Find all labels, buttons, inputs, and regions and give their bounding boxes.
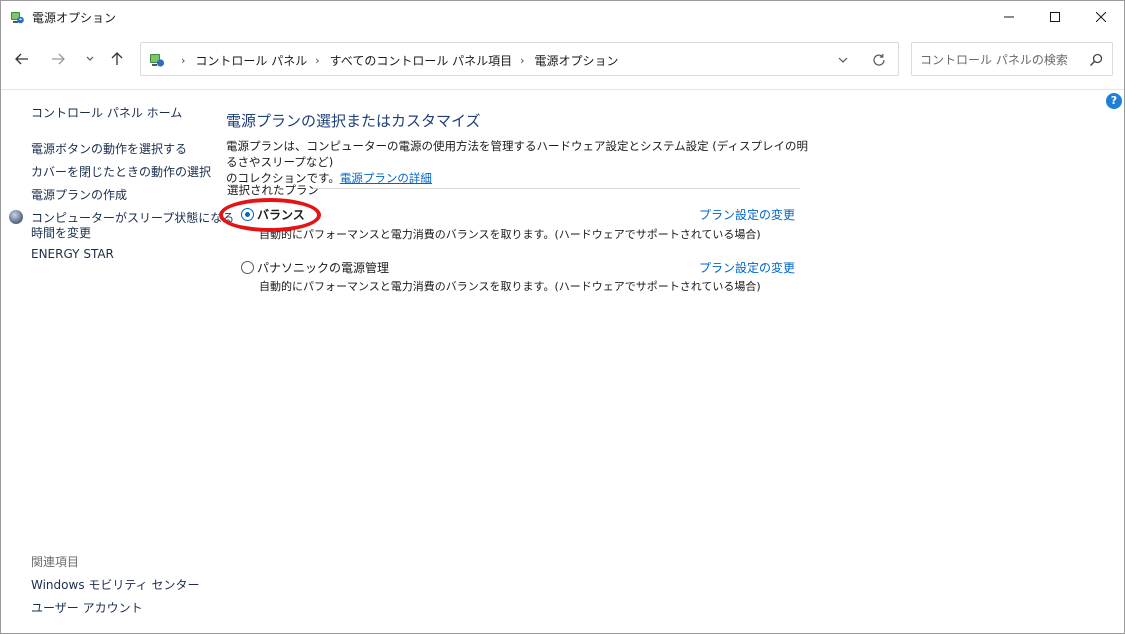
forward-arrow-icon [52,53,65,65]
back-arrow-icon [15,53,28,65]
selected-plans-label: 選択されたプラン [227,183,319,197]
related-item-user-accounts[interactable]: ユーザー アカウント [31,599,143,616]
power-plan-details-link[interactable]: 電源プランの詳細 [340,171,432,185]
plan-description-panasonic: 自動的にパフォーマンスと電力消費のバランスを取ります。(ハードウェアでサポートさ… [259,280,761,293]
related-items-heading: 関連項目 [31,555,80,569]
control-panel-icon [150,54,165,67]
chevron-down-icon [838,57,848,63]
maximize-button[interactable] [1032,1,1078,33]
sidebar-item-lid-close-action[interactable]: カバーを閉じたときの動作の選択 [31,163,211,180]
page-title: 電源プランの選択またはカスタマイズ [226,112,481,130]
up-button[interactable] [105,47,129,71]
sidebar-item-control-panel-home[interactable]: コントロール パネル ホーム [31,104,182,121]
breadcrumb-separator-icon: › [181,54,186,67]
sidebar-item-sleep-time-line2[interactable]: 時間を変更 [31,224,91,241]
window-title: 電源オプション [32,11,117,25]
close-icon [1096,12,1106,22]
refresh-button[interactable] [869,51,889,69]
minimize-button[interactable] [986,1,1032,33]
breadcrumb-separator-icon[interactable]: › [520,54,524,67]
up-arrow-icon [111,52,123,65]
power-options-app-icon [11,12,24,24]
related-item-mobility-center[interactable]: Windows モビリティ センター [31,576,199,593]
description-line-1: 電源プランは、コンピューターの電源の使用方法を管理するハードウェア設定とシステム… [226,139,808,169]
sidebar-item-power-button-action[interactable]: 電源ボタンの動作を選択する [31,140,187,157]
breadcrumb-item-power-options[interactable]: 電源オプション [535,52,619,69]
group-divider [313,188,800,189]
plan-radio-panasonic[interactable] [241,261,254,274]
address-history-button[interactable] [833,51,853,69]
plan-description-balanced: 自動的にパフォーマンスと電力消費のバランスを取ります。(ハードウェアでサポートさ… [259,228,761,241]
maximize-icon [1050,12,1060,22]
address-bar[interactable]: › コントロール パネル › すべてのコントロール パネル項目 › 電源オプショ… [140,42,899,76]
change-plan-settings-link-panasonic[interactable]: プラン設定の変更 [699,259,795,276]
page-description: 電源プランは、コンピューターの電源の使用方法を管理するハードウェア設定とシステム… [226,138,816,186]
breadcrumb-item-all-items[interactable]: すべてのコントロール パネル項目 [330,52,513,69]
plan-name-panasonic[interactable]: パナソニックの電源管理 [257,259,389,276]
title-bar: 電源オプション [1,1,1124,33]
minimize-icon [1004,16,1014,18]
breadcrumb-separator-icon[interactable]: › [315,54,319,67]
power-options-window: 電源オプション › コントロール パネル › すべてのコントロール パネル項目 … [0,0,1125,634]
search-input[interactable] [920,50,1080,70]
highlight-ellipse [219,198,321,232]
change-plan-settings-link-balanced[interactable]: プラン設定の変更 [699,206,795,223]
forward-button[interactable] [46,47,70,71]
back-button[interactable] [10,47,34,71]
toolbar-divider [1,89,1124,90]
search-icon[interactable] [1088,52,1104,68]
sidebar-item-create-power-plan[interactable]: 電源プランの作成 [31,186,127,203]
close-button[interactable] [1078,1,1124,33]
chevron-down-icon [86,56,94,61]
refresh-icon [873,54,885,66]
sidebar-item-energy-star[interactable]: ENERGY STAR [31,247,114,261]
breadcrumb: › コントロール パネル › すべてのコントロール パネル項目 › 電源オプショ… [173,52,619,69]
recent-locations-button[interactable] [78,47,102,71]
navigation-bar: › コントロール パネル › すべてのコントロール パネル項目 › 電源オプショ… [1,39,1124,79]
uac-shield-icon [9,210,23,224]
breadcrumb-item-control-panel[interactable]: コントロール パネル [195,52,307,69]
search-box[interactable] [911,42,1113,76]
help-button[interactable]: ? [1106,93,1122,109]
